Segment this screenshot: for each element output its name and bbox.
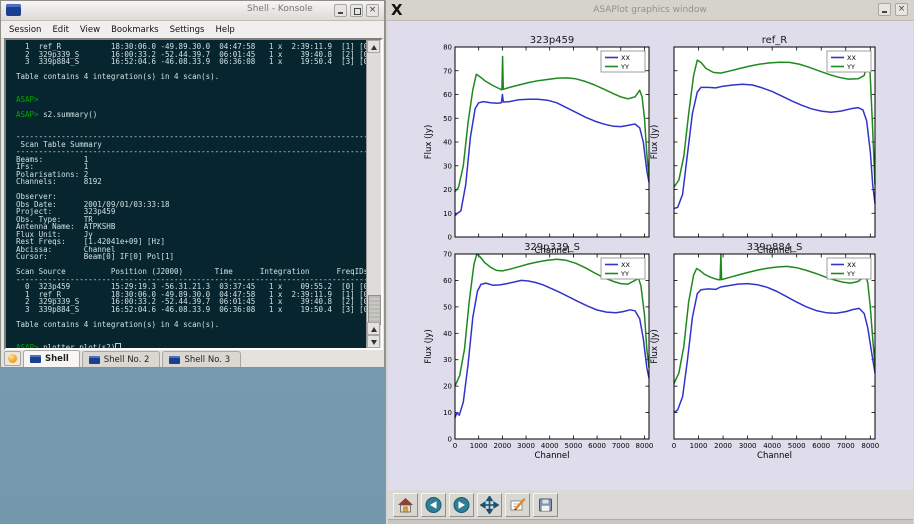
maximize-icon [354,8,361,15]
arrow-down-icon [371,340,377,345]
home-icon [396,496,415,514]
terminal-line: ASAP> [16,96,367,104]
pan-button[interactable] [477,493,502,517]
asaplot-title: ASAPlot graphics window [386,5,914,15]
floppy-disk-icon [536,496,555,514]
asaplot-window: X ASAPlot graphics window × [385,0,914,524]
terminal-line: ASAP> plotter.plot(s2) [16,343,367,348]
save-button[interactable] [533,493,558,517]
tab-shell-no-2[interactable]: Shell No. 2 [82,351,161,367]
menu-item-bookmarks[interactable]: Bookmarks [111,25,159,35]
arrow-up-icon [371,327,377,332]
terminal-line: 3 339p884_S 16:52:04.6 -46.08.33.9 06:36… [16,306,367,314]
terminal-line [16,328,367,336]
minimize-icon [882,11,887,13]
terminal-icon [169,356,180,364]
plot-toolbar [388,490,913,519]
back-arrow-icon [424,496,443,514]
terminal-line: Table contains 4 integration(s) in 4 sca… [16,321,367,329]
menu-item-help[interactable]: Help [215,25,234,35]
back-button[interactable] [421,493,446,517]
session-bulb-icon [8,354,17,363]
menu-item-view[interactable]: View [80,25,100,35]
konsole-menubar: Session Edit View Bookmarks Settings Help [1,21,384,39]
new-session-button[interactable] [4,351,21,366]
maximize-button[interactable] [350,4,363,17]
konsole-tabbar: Shell Shell No. 2 Shell No. 3 [1,350,384,367]
konsole-title: Shell - Konsole [247,4,313,14]
forward-arrow-icon [452,496,471,514]
terminal-icon [89,356,100,364]
terminal-line: Cursor: Beam[0] IF[0] Pol[1] [16,253,367,261]
scroll-up-button-bottom[interactable] [367,322,380,335]
scrollbar-thumb[interactable] [368,295,381,325]
tab-shell-no-3[interactable]: Shell No. 3 [162,351,241,367]
desktop: Shell - Konsole × Session Edit View Bookmar… [0,0,914,524]
konsole-app-icon [6,4,21,16]
tab-shell[interactable]: Shell [23,350,80,367]
tab-list: Shell Shell No. 2 Shell No. 3 [23,350,243,367]
pan-arrows-icon [480,496,499,514]
scroll-down-button[interactable] [367,335,380,348]
home-button[interactable] [393,493,418,517]
konsole-titlebar[interactable]: Shell - Konsole × [1,1,384,21]
asaplot-titlebar[interactable]: X ASAPlot graphics window × [386,0,914,21]
close-icon: × [367,5,378,16]
minimize-icon [338,12,343,14]
minimize-button[interactable] [334,4,347,17]
figure-area[interactable] [388,21,913,490]
arrow-up-icon [371,45,377,50]
close-icon: × [896,4,907,15]
plot-close-button[interactable]: × [895,3,908,16]
tab-label: Shell No. 3 [184,355,230,365]
terminal-scrollbar[interactable] [366,40,381,348]
konsole-window: Shell - Konsole × Session Edit View Bookmar… [0,0,385,368]
terminal-cursor [115,343,121,348]
terminal-frame: 1 ref_R 18:30:06.0 -49.89.30.0 04:47:58 … [4,38,383,350]
close-button[interactable]: × [366,4,379,17]
forward-button[interactable] [449,493,474,517]
menu-item-edit[interactable]: Edit [52,25,68,35]
scroll-up-button[interactable] [367,40,380,53]
menu-item-settings[interactable]: Settings [170,25,205,35]
terminal-line [16,118,367,126]
tab-label: Shell No. 2 [104,355,150,365]
plot-statusbar [388,519,913,524]
pencil-paper-icon [508,496,527,514]
terminal-line [16,81,367,89]
menu-item-session[interactable]: Session [9,25,41,35]
tab-label: Shell [45,354,69,364]
terminal-line: Table contains 4 integration(s) in 4 sca… [16,73,367,81]
plot-minimize-button[interactable] [878,3,891,16]
terminal-line [16,336,367,344]
terminal-line [16,88,367,96]
terminal-line: 3 339p884_S 16:52:04.6 -46.08.33.9 06:36… [16,58,367,66]
terminal-output[interactable]: 1 ref_R 18:30:06.0 -49.89.30.0 04:47:58 … [6,40,367,348]
terminal-line [16,186,367,194]
terminal-line: ASAP> s2.summary() [16,111,367,119]
terminal-icon [30,355,41,363]
edit-button[interactable] [505,493,530,517]
terminal-line: Channels: 8192 [16,178,367,186]
